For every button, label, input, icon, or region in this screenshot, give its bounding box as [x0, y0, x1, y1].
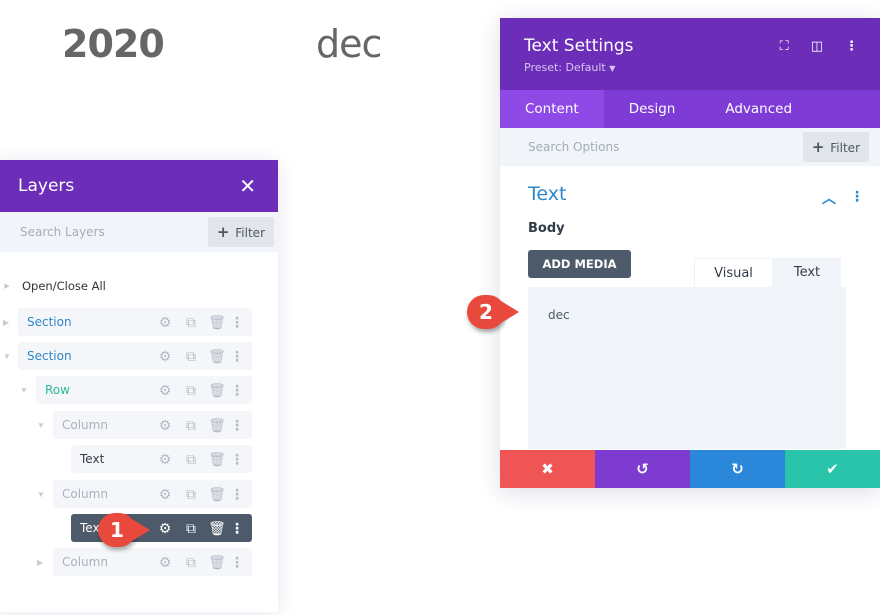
- expand-triangle-icon[interactable]: ▶: [3, 318, 9, 327]
- filter-button[interactable]: + Filter: [802, 132, 869, 162]
- trash-icon[interactable]: 🗑: [204, 417, 230, 434]
- layers-panel: Layers ✕ Search Layers + Filter ▶ Open/C…: [0, 160, 278, 612]
- gear-icon[interactable]: ⚙: [152, 417, 178, 434]
- cancel-button[interactable]: ✖: [500, 450, 595, 488]
- search-layers-input[interactable]: Search Layers: [20, 225, 105, 239]
- more-icon[interactable]: ⋮: [230, 486, 244, 503]
- layers-title: Layers: [18, 176, 75, 196]
- text-settings-modal: Text Settings Preset: Default ▼ ⛶ ◫ ⋮ Co…: [500, 18, 880, 488]
- editor-tab-text[interactable]: Text: [773, 258, 841, 288]
- page-year-text: 2020: [62, 22, 165, 66]
- plus-icon: +: [216, 223, 230, 241]
- collapse-triangle-icon[interactable]: ▼: [37, 421, 45, 430]
- trash-icon[interactable]: 🗑: [204, 554, 230, 571]
- preset-dropdown[interactable]: Preset: Default ▼: [524, 61, 880, 74]
- editor-tab-visual[interactable]: Visual: [694, 258, 773, 288]
- layer-row-column-3[interactable]: Column ⚙ ⧉ 🗑 ⋮: [53, 548, 252, 576]
- open-close-label: Open/Close All: [22, 279, 106, 293]
- triangle-right-icon: ▶: [4, 282, 10, 290]
- layer-row-row[interactable]: Row ⚙ ⧉ 🗑 ⋮: [36, 376, 252, 404]
- settings-body: Text ︿ ⋮ Body ADD MEDIA Visual Text dec: [500, 166, 880, 449]
- gear-icon[interactable]: ⚙: [152, 348, 178, 365]
- page-month-text: dec: [316, 22, 382, 66]
- layer-name: Section: [27, 315, 72, 329]
- layers-search-bar: Search Layers + Filter: [0, 212, 278, 252]
- filter-label: Filter: [235, 226, 265, 240]
- more-icon[interactable]: ⋮: [230, 314, 244, 331]
- trash-icon[interactable]: 🗑: [204, 520, 230, 537]
- body-text-editor[interactable]: dec: [528, 287, 846, 449]
- expand-triangle-icon[interactable]: ▶: [37, 558, 43, 567]
- layers-header: Layers ✕: [0, 160, 278, 212]
- gear-icon[interactable]: ⚙: [152, 382, 178, 399]
- layer-row-text-1[interactable]: Text ⚙ ⧉ 🗑 ⋮: [71, 445, 252, 473]
- sidebar-layout-icon[interactable]: ◫: [811, 38, 823, 54]
- gear-icon[interactable]: ⚙: [152, 554, 178, 571]
- more-icon[interactable]: ⋮: [230, 554, 244, 571]
- duplicate-icon[interactable]: ⧉: [178, 554, 204, 571]
- toggle-more-icon[interactable]: ⋮: [850, 188, 864, 208]
- layer-name: Column: [62, 555, 108, 569]
- layer-name: Row: [45, 383, 70, 397]
- layer-row-column-2[interactable]: Column ⚙ ⧉ 🗑 ⋮: [53, 480, 252, 508]
- filter-button[interactable]: + Filter: [207, 217, 274, 247]
- save-button[interactable]: ✔: [785, 450, 880, 488]
- more-icon[interactable]: ⋮: [230, 382, 244, 399]
- layer-name: Text: [80, 452, 105, 466]
- editor-tabs: Visual Text: [694, 258, 841, 288]
- trash-icon[interactable]: 🗑: [204, 348, 230, 365]
- search-options-input[interactable]: Search Options: [528, 140, 619, 154]
- close-icon[interactable]: ✕: [239, 174, 256, 199]
- trash-icon[interactable]: 🗑: [204, 486, 230, 503]
- layer-row-section-2[interactable]: Section ⚙ ⧉ 🗑 ⋮: [18, 342, 252, 370]
- settings-tabs: Content Design Advanced: [500, 90, 880, 128]
- add-media-button[interactable]: ADD MEDIA: [528, 250, 631, 278]
- undo-button[interactable]: ↺: [595, 450, 690, 488]
- duplicate-icon[interactable]: ⧉: [178, 520, 204, 537]
- trash-icon[interactable]: 🗑: [204, 451, 230, 468]
- trash-icon[interactable]: 🗑: [204, 382, 230, 399]
- settings-header: Text Settings Preset: Default ▼ ⛶ ◫ ⋮: [500, 18, 880, 90]
- gear-icon[interactable]: ⚙: [152, 486, 178, 503]
- tab-advanced[interactable]: Advanced: [700, 90, 817, 128]
- filter-label: Filter: [830, 141, 860, 155]
- duplicate-icon[interactable]: ⧉: [178, 382, 204, 399]
- collapse-triangle-icon[interactable]: ▼: [20, 386, 28, 395]
- callout-badge-1: 1: [98, 513, 150, 547]
- more-options-icon[interactable]: ⋮: [845, 38, 858, 54]
- gear-icon[interactable]: ⚙: [152, 451, 178, 468]
- duplicate-icon[interactable]: ⧉: [178, 348, 204, 365]
- preset-label: Preset: Default: [524, 61, 606, 74]
- layer-name: Column: [62, 487, 108, 501]
- chevron-up-icon[interactable]: ︿: [822, 188, 836, 208]
- plus-icon: +: [811, 138, 825, 156]
- tab-content[interactable]: Content: [500, 90, 604, 128]
- trash-icon[interactable]: 🗑: [204, 314, 230, 331]
- open-close-all[interactable]: ▶ Open/Close All: [0, 278, 106, 294]
- tab-design[interactable]: Design: [604, 90, 701, 128]
- more-icon[interactable]: ⋮: [230, 451, 244, 468]
- duplicate-icon[interactable]: ⧉: [178, 417, 204, 434]
- more-icon[interactable]: ⋮: [230, 520, 244, 537]
- layer-name: Column: [62, 418, 108, 432]
- redo-button[interactable]: ↻: [690, 450, 785, 488]
- caret-down-icon: ▼: [609, 64, 616, 73]
- duplicate-icon[interactable]: ⧉: [178, 486, 204, 503]
- callout-badge-2: 2: [467, 295, 519, 329]
- settings-footer: ✖ ↺ ↻ ✔: [500, 450, 880, 488]
- gear-icon[interactable]: ⚙: [152, 314, 178, 331]
- options-search-bar: Search Options + Filter: [500, 128, 880, 166]
- collapse-triangle-icon[interactable]: ▼: [3, 352, 11, 361]
- layer-row-section-1[interactable]: Section ⚙ ⧉ 🗑 ⋮: [18, 308, 252, 336]
- collapse-triangle-icon[interactable]: ▼: [37, 490, 45, 499]
- more-icon[interactable]: ⋮: [230, 417, 244, 434]
- duplicate-icon[interactable]: ⧉: [178, 451, 204, 468]
- duplicate-icon[interactable]: ⧉: [178, 314, 204, 331]
- layer-name: Section: [27, 349, 72, 363]
- fullscreen-icon[interactable]: ⛶: [780, 38, 789, 54]
- body-label: Body: [528, 221, 565, 236]
- more-icon[interactable]: ⋮: [230, 348, 244, 365]
- gear-icon[interactable]: ⚙: [152, 520, 178, 537]
- layer-row-column-1[interactable]: Column ⚙ ⧉ 🗑 ⋮: [53, 411, 252, 439]
